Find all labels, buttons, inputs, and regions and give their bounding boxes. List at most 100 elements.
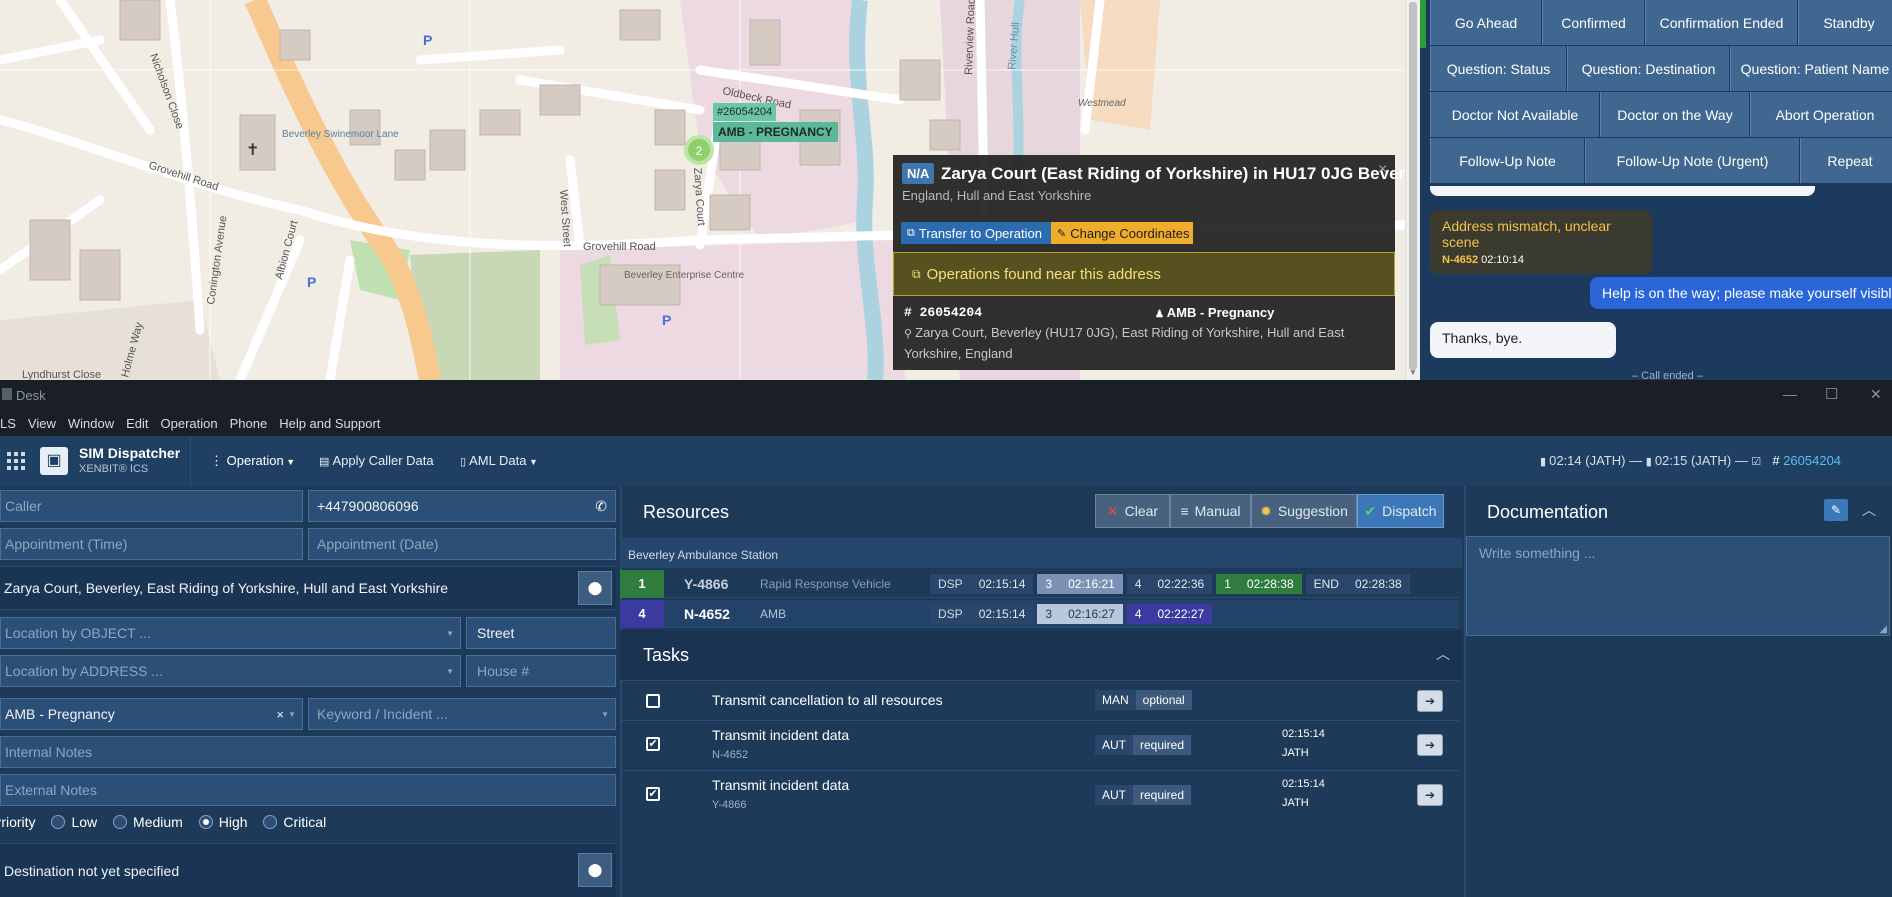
priority-critical-radio[interactable]: [263, 815, 278, 829]
address-display[interactable]: Zarya Court, Beverley, East Riding of Yo…: [0, 566, 616, 610]
minimize-button[interactable]: —: [1783, 386, 1797, 402]
keyword-select[interactable]: Keyword / Incident ... ▼: [308, 698, 616, 730]
suggestion-button[interactable]: ✹ Suggestion: [1251, 494, 1357, 528]
check-icon: ✔: [1364, 502, 1377, 519]
task-go-button[interactable]: ➔: [1417, 690, 1443, 712]
op-hash: #: [1772, 453, 1780, 468]
resource-row[interactable]: 4 N-4652 AMB DSP 02:15:14 3 02:16:27 4 02:2…: [620, 599, 1459, 628]
question-status-button[interactable]: Question: Status: [1430, 46, 1567, 91]
abort-operation-button[interactable]: Abort Operation: [1750, 92, 1892, 137]
destination-pin-button[interactable]: ⬤: [578, 853, 612, 887]
resource-type: AMB: [760, 606, 787, 621]
location-address-placeholder: Location by ADDRESS ...: [5, 663, 163, 679]
close-button[interactable]: ✕: [1870, 386, 1882, 403]
edit-button[interactable]: ✎: [1824, 499, 1848, 521]
house-number-input[interactable]: House #: [466, 655, 616, 687]
operation-type: ♟ AMB - Pregnancy: [1155, 305, 1274, 320]
doctor-on-the-way-button[interactable]: Doctor on the Way: [1600, 92, 1750, 137]
task-row[interactable]: Transmit cancellation to all resources M…: [620, 680, 1459, 720]
question-patient-name-button[interactable]: Question: Patient Name: [1730, 46, 1892, 91]
street-input[interactable]: Street: [466, 617, 616, 649]
menu-lines-icon: ≡: [1180, 503, 1189, 519]
transfer-to-operation-button[interactable]: ⧉ Transfer to Operation: [901, 222, 1051, 244]
change-coordinates-button[interactable]: ✎ Change Coordinates: [1051, 222, 1193, 244]
menu-operation[interactable]: Operation: [161, 416, 218, 431]
follow-up-note-urgent-button[interactable]: Follow-Up Note (Urgent): [1585, 138, 1800, 183]
tasks-header[interactable]: Tasks ︿: [620, 630, 1462, 680]
manual-label: Manual: [1194, 503, 1241, 519]
address-pin-button[interactable]: ⬤: [578, 571, 612, 605]
map-scrollbar[interactable]: ▼: [1405, 0, 1420, 380]
call-ended-text: – Call ended –: [1632, 370, 1703, 380]
destination-display[interactable]: Destination not yet specified: [0, 843, 616, 897]
menu-ls[interactable]: LS: [0, 416, 16, 431]
task-row[interactable]: ✔ Transmit incident data Y-4866 AUT requi…: [620, 770, 1459, 820]
priority-medium-radio[interactable]: [113, 815, 128, 829]
menu-view[interactable]: View: [28, 416, 56, 431]
operation-menu-button[interactable]: ⋮ Operation ▼: [210, 453, 295, 469]
task-go-button[interactable]: ➔: [1417, 734, 1443, 756]
manual-button[interactable]: ≡ Manual: [1170, 494, 1251, 528]
aml-data-button[interactable]: ▯ AML Data ▼: [460, 453, 538, 468]
priority-low-radio[interactable]: [51, 815, 66, 829]
tag-time: 02:28:38: [1346, 573, 1410, 594]
keyword-placeholder: Keyword / Incident ...: [317, 706, 448, 722]
collapse-chevron-icon[interactable]: ︿: [1862, 500, 1876, 520]
status-indicator: [1420, 0, 1426, 48]
appointment-date-input[interactable]: Appointment (Date): [308, 528, 616, 560]
task-checkbox[interactable]: [646, 694, 660, 708]
apply-caller-data-button[interactable]: ▤ Apply Caller Data: [319, 453, 434, 468]
go-ahead-button[interactable]: Go Ahead: [1430, 0, 1542, 45]
appointment-time-input[interactable]: Appointment (Time): [0, 528, 303, 560]
task-row[interactable]: ✔ Transmit incident data N-4652 AUT requi…: [620, 720, 1459, 770]
menu-edit[interactable]: Edit: [126, 416, 148, 431]
menu-phone[interactable]: Phone: [230, 416, 268, 431]
standby-button[interactable]: Standby: [1798, 0, 1892, 45]
task-checkbox[interactable]: ✔: [646, 787, 660, 801]
internal-notes-input[interactable]: Internal Notes: [0, 736, 616, 768]
apps-grid-icon[interactable]: [7, 452, 25, 470]
caret-down-icon: ▼: [526, 457, 538, 467]
documentation-textarea[interactable]: Write something ... ◢: [1466, 536, 1890, 636]
scroll-down-icon[interactable]: ▼: [1409, 368, 1417, 377]
resource-status: 1: [620, 569, 664, 598]
incident-marker-label[interactable]: #26054204: [713, 103, 777, 121]
church-icon: ✝: [246, 142, 259, 159]
confirmation-ended-button[interactable]: Confirmation Ended: [1645, 0, 1798, 45]
incident-marker-type[interactable]: AMB - PREGNANCY: [713, 122, 838, 142]
question-destination-button[interactable]: Question: Destination: [1567, 46, 1730, 91]
menu-help[interactable]: Help and Support: [279, 416, 380, 431]
resize-handle-icon[interactable]: ◢: [1879, 624, 1887, 635]
task-checkbox[interactable]: ✔: [646, 737, 660, 751]
phone-input[interactable]: +447900806096 ✆: [308, 490, 616, 522]
location-object-select[interactable]: Location by OBJECT ... ▼: [0, 617, 461, 649]
copy-icon: ⧉: [912, 266, 921, 281]
location-address-select[interactable]: Location by ADDRESS ... ▼: [0, 655, 461, 687]
arrow-right-icon: ➔: [1424, 738, 1436, 752]
priority-high-radio[interactable]: [198, 815, 213, 829]
confirmed-button[interactable]: Confirmed: [1542, 0, 1645, 45]
popup-close-icon[interactable]: ×: [1378, 161, 1387, 179]
scrollbar-thumb[interactable]: [1409, 2, 1417, 370]
tasks-title: Tasks: [643, 645, 690, 665]
phone-call-icon[interactable]: ✆: [595, 498, 607, 515]
incident-select[interactable]: AMB - Pregnancy × ▼: [0, 698, 303, 730]
dispatch-button[interactable]: ✔ Dispatch: [1357, 494, 1444, 528]
follow-up-note-button[interactable]: Follow-Up Note: [1430, 138, 1585, 183]
task-go-button[interactable]: ➔: [1417, 784, 1443, 806]
task-requirement: optional: [1135, 690, 1192, 710]
menu-window[interactable]: Window: [68, 416, 114, 431]
operation-number[interactable]: # 26054204: [904, 305, 982, 320]
task-label: Transmit cancellation to all resources: [712, 692, 943, 708]
toolbar-op-number[interactable]: 26054204: [1783, 453, 1841, 468]
collapse-chevron-icon[interactable]: ︿: [1436, 644, 1450, 664]
resource-row[interactable]: 1 Y-4866 Rapid Response Vehicle DSP 02:15…: [620, 569, 1459, 598]
caller-input[interactable]: Caller: [0, 490, 303, 522]
external-notes-input[interactable]: External Notes: [0, 774, 616, 806]
clear-x-icon[interactable]: ×: [276, 707, 284, 722]
repeat-button[interactable]: Repeat: [1800, 138, 1892, 183]
maximize-button[interactable]: ☐: [1825, 385, 1838, 403]
doctor-not-available-button[interactable]: Doctor Not Available: [1430, 92, 1600, 137]
map-view[interactable]: Nicholson Close Grovehill Road Oldbeck R…: [0, 0, 1405, 380]
clear-button[interactable]: ✕ Clear: [1095, 494, 1170, 528]
